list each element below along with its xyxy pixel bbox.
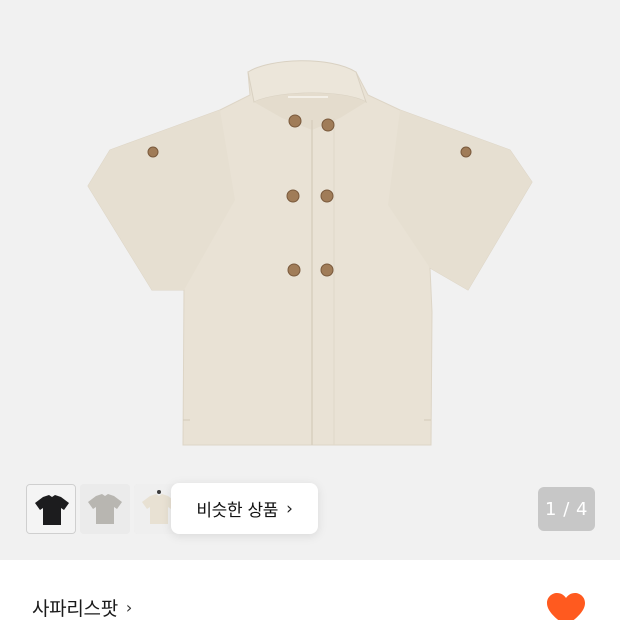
thumbnail-gray[interactable] xyxy=(80,484,130,534)
page-indicator: 1 / 4 xyxy=(538,487,595,531)
brand-link[interactable]: 사파리스팟 › xyxy=(32,594,132,620)
chevron-right-icon: › xyxy=(125,598,133,617)
heart-icon[interactable] xyxy=(545,592,587,620)
product-image-gallery[interactable]: 비슷한 상품 › 1 / 4 xyxy=(0,0,620,560)
brand-name: 사파리스팟 xyxy=(32,598,118,620)
product-image[interactable] xyxy=(0,0,620,560)
chevron-right-icon: › xyxy=(286,498,293,519)
similar-products-button[interactable]: 비슷한 상품 › xyxy=(171,483,318,534)
thumbnail-list xyxy=(26,484,184,534)
thumbnail-black[interactable] xyxy=(26,484,76,534)
similar-products-label: 비슷한 상품 xyxy=(196,501,279,521)
